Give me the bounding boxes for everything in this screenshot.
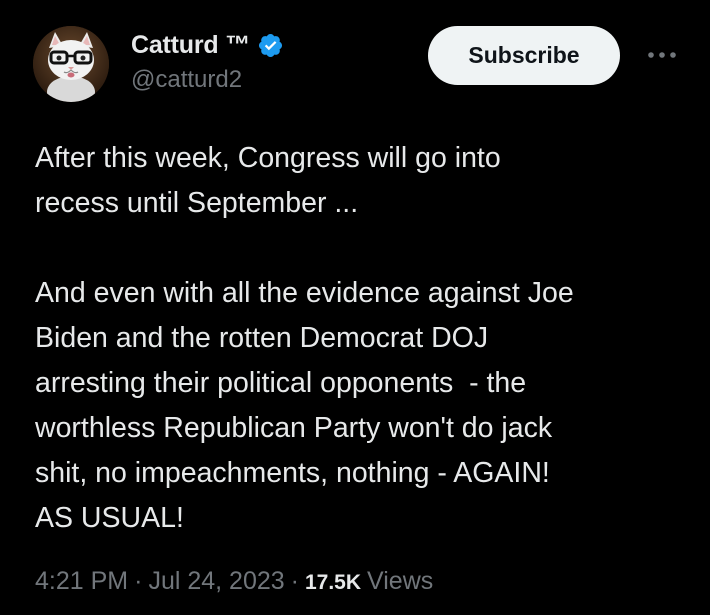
author-name-row: Catturd ™ [131, 28, 284, 62]
verified-badge-icon [257, 32, 284, 59]
cat-avatar-icon [33, 26, 109, 102]
tweet-date[interactable]: Jul 24, 2023 [148, 567, 284, 596]
ellipsis-icon [648, 52, 676, 58]
tweet-line: After this week, Congress will go into [35, 142, 501, 174]
tweet-text: After this week, Congress will go into r… [35, 136, 685, 541]
tweet-time[interactable]: 4:21 PM [35, 567, 128, 596]
tweet-line: And even with all the evidence against J… [35, 277, 574, 309]
more-options-button[interactable] [645, 43, 679, 67]
tweet-card: Catturd ™ @catturd2 Subscribe After this… [0, 0, 710, 615]
tweet-line: AS USUAL! [35, 502, 184, 534]
display-name[interactable]: Catturd ™ [131, 31, 250, 60]
meta-separator: · [290, 567, 299, 595]
author-handle[interactable]: @catturd2 [131, 66, 242, 94]
tweet-line: shit, no impeachments, nothing - AGAIN! [35, 457, 550, 489]
subscribe-button[interactable]: Subscribe [428, 26, 620, 85]
views-label: Views [367, 567, 434, 595]
tweet-line: recess until September ... [35, 187, 359, 219]
tweet-line: worthless Republican Party won't do jack [35, 412, 553, 444]
views-count: 17.5K [304, 571, 362, 594]
tweet-line: arresting their political opponents - th… [35, 367, 527, 399]
meta-separator: · [134, 567, 143, 595]
tweet-line: Biden and the rotten Democrat DOJ [35, 322, 489, 354]
avatar[interactable] [33, 26, 109, 102]
tweet-meta: 4:21 PM · Jul 24, 2023 · 17.5K Views [35, 567, 433, 596]
